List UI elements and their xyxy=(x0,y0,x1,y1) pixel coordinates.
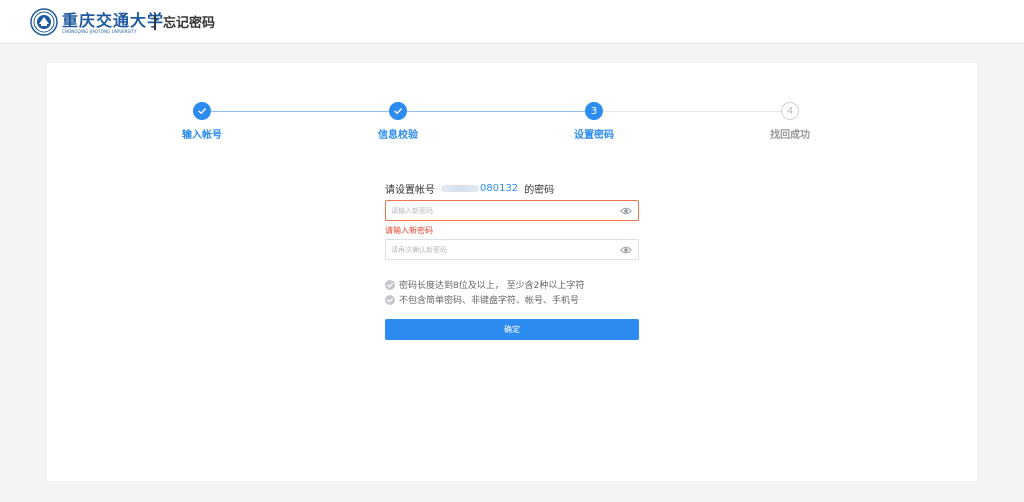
check-circle-icon xyxy=(385,279,395,290)
step-4-indicator: 4 xyxy=(781,102,799,120)
step-3-indicator: 3 xyxy=(585,102,603,120)
step-connector xyxy=(603,111,781,112)
step-1-label: 输入帐号 xyxy=(182,130,222,141)
prompt-prefix: 请设置帐号 xyxy=(385,185,435,196)
step-connector xyxy=(211,111,389,112)
confirm-button[interactable]: 确定 xyxy=(385,319,639,340)
prompt-suffix: 的密码 xyxy=(524,185,555,196)
step-connector xyxy=(407,111,585,112)
logo-chinese-name: 重庆交通大学 xyxy=(62,11,165,30)
step-3-label: 设置密码 xyxy=(574,130,614,141)
password-rule-content: 不包含简单密码、非键盘字符、帐号、手机号 xyxy=(385,293,579,306)
show-password-icon[interactable] xyxy=(620,206,632,216)
page-title: 忘记密码 xyxy=(163,16,216,31)
confirm-password-field xyxy=(385,239,639,260)
step-2-label: 信息校验 xyxy=(378,130,418,141)
header: 重庆交通大学 CHONGQING JIAOTONG UNIVERSITY 忘记密… xyxy=(0,0,1024,44)
rule-text: 密码长度达到8位及以上， 至少含2种以上字符 xyxy=(399,281,585,291)
account-mask xyxy=(441,184,479,192)
new-password-input[interactable] xyxy=(391,203,616,218)
show-password-icon[interactable] xyxy=(620,245,632,255)
header-divider xyxy=(154,15,156,30)
step-2-indicator xyxy=(389,102,407,120)
account-suffix: 080132 xyxy=(480,183,519,194)
logo-english-name: CHONGQING JIAOTONG UNIVERSITY xyxy=(62,29,137,34)
password-rule-length: 密码长度达到8位及以上， 至少含2种以上字符 xyxy=(385,278,584,291)
step-4-label: 找回成功 xyxy=(770,130,810,141)
reset-password-card: 输入帐号 信息校验 3 设置密码 4 找回成功 请设置帐号 080132 的密码… xyxy=(47,63,977,481)
account-prompt: 请设置帐号 080132 的密码 xyxy=(385,181,554,196)
new-password-error: 请输入新密码 xyxy=(385,226,433,235)
check-icon xyxy=(198,108,206,114)
step-1-indicator xyxy=(193,102,211,120)
university-logo-icon xyxy=(30,8,58,36)
new-password-field xyxy=(385,200,639,221)
masked-account: 080132 xyxy=(441,183,518,194)
confirm-password-input[interactable] xyxy=(391,242,616,257)
check-icon xyxy=(394,108,402,114)
rule-text: 不包含简单密码、非键盘字符、帐号、手机号 xyxy=(399,296,580,306)
check-circle-icon xyxy=(385,294,395,305)
